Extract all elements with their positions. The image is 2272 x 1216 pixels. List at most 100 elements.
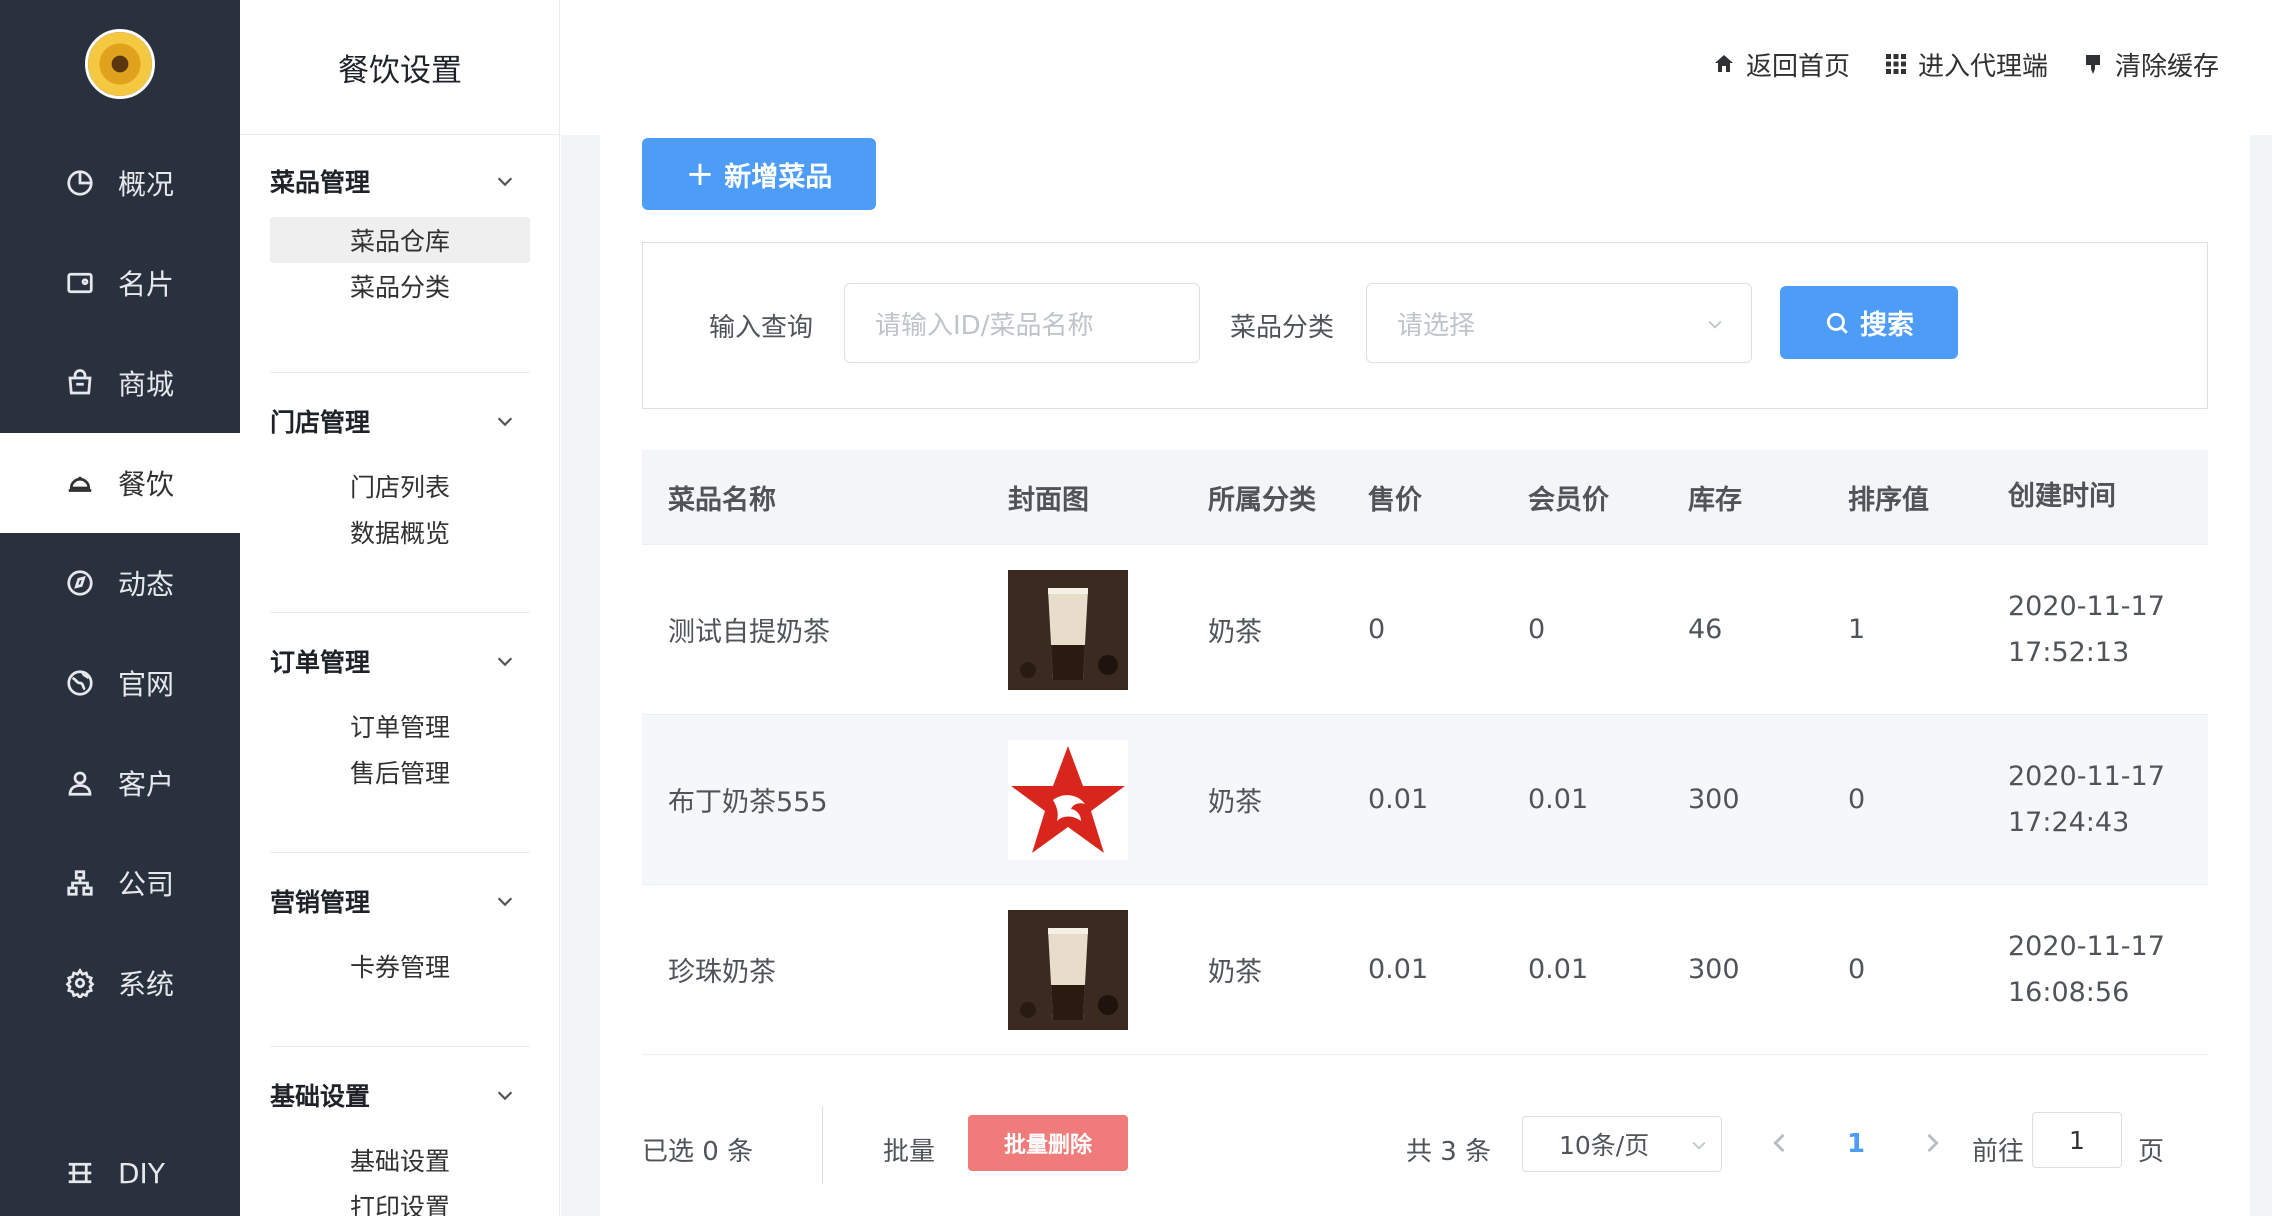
menu-group-stores: 门店管理 门店列表 数据概览 — [270, 397, 530, 555]
agent-link[interactable]: 进入代理端 — [1884, 44, 2048, 84]
main-content: + 新增菜品 输入查询 请输入ID/菜品名称 菜品分类 请选择 搜索 菜品名称 … — [600, 135, 2250, 1216]
page-number[interactable]: 1 — [1847, 1129, 1865, 1159]
table-row[interactable]: 测试自提奶茶 奶茶 0 0 46 1 2020-11-17 17:52:13 — [642, 545, 2208, 715]
milk-tea-photo — [1008, 569, 1128, 690]
divider — [822, 1106, 823, 1184]
category-select[interactable]: 请选择 — [1366, 283, 1752, 363]
nav-item-diy[interactable]: DIY — [0, 1133, 240, 1213]
brush-icon — [2086, 55, 2100, 74]
sub-sidebar: 餐饮设置 菜品管理 菜品仓库 菜品分类 门店管理 门店列表 数据概览 订单管理 — [240, 0, 560, 1216]
search-button-label: 搜索 — [1860, 310, 1914, 341]
cell-stock: 300 — [1688, 954, 1740, 985]
cell-member-price: 0 — [1528, 614, 1546, 645]
table-row[interactable]: 布丁奶茶555 奶茶 0.01 0.01 300 0 2020-11-17 17… — [642, 715, 2208, 885]
home-icon — [1715, 55, 1733, 72]
search-input[interactable]: 请输入ID/菜品名称 — [844, 283, 1200, 363]
nav-item-label: 官网 — [118, 668, 175, 701]
nav-item-customer[interactable]: 客户 — [0, 733, 240, 833]
menu-item-data-overview[interactable]: 数据概览 — [270, 509, 530, 555]
compass-icon — [64, 567, 96, 599]
agent-link-label: 进入代理端 — [1918, 51, 2049, 82]
clear-cache-link[interactable]: 清除缓存 — [2081, 44, 2219, 84]
nav-item-system[interactable]: 系统 — [0, 933, 240, 1033]
menu-group-title: 订单管理 — [270, 648, 371, 677]
diy-icon — [64, 1157, 96, 1189]
shopping-bag-icon — [64, 367, 96, 399]
nav-item-news[interactable]: 动态 — [0, 533, 240, 633]
menu-group-header[interactable]: 基础设置 — [270, 1071, 530, 1119]
chevron-down-icon — [497, 177, 513, 187]
home-link[interactable]: 返回首页 — [1712, 44, 1850, 84]
nav-item-label: 系统 — [118, 968, 175, 1001]
batch-label: 批量 — [883, 1137, 936, 1167]
nav-item-label: 公司 — [118, 868, 175, 901]
nav-item-label: DIY — [118, 1156, 165, 1190]
menu-group-dishes: 菜品管理 菜品仓库 菜品分类 — [270, 157, 530, 309]
prev-page-button[interactable] — [1766, 1129, 1794, 1157]
divider — [270, 1046, 530, 1047]
menu-group-header[interactable]: 菜品管理 — [270, 157, 530, 205]
nav-item-website[interactable]: 官网 — [0, 633, 240, 733]
column-header: 排序值 — [1848, 484, 1929, 516]
content-gutter-right — [2250, 135, 2272, 1216]
menu-group-header[interactable]: 营销管理 — [270, 877, 530, 925]
column-header: 所属分类 — [1208, 484, 1316, 516]
cell-category: 奶茶 — [1208, 617, 1262, 648]
chevron-down-icon — [497, 1091, 513, 1101]
avatar[interactable] — [85, 29, 155, 99]
batch-delete-button[interactable]: 批量删除 — [968, 1115, 1128, 1171]
column-header: 封面图 — [1008, 484, 1089, 516]
divider — [270, 612, 530, 613]
menu-item-coupons[interactable]: 卡券管理 — [270, 943, 530, 989]
chevron-down-icon — [497, 897, 513, 907]
app-root: 概况 名片 商城 餐饮 动态 官网 客户 公司 系统 DIY 餐饮设置 菜品管理… — [0, 0, 2272, 1216]
clear-cache-label: 清除缓存 — [2115, 51, 2220, 82]
nav-item-catering[interactable]: 餐饮 — [0, 433, 240, 533]
search-panel: 输入查询 请输入ID/菜品名称 菜品分类 请选择 搜索 — [642, 242, 2208, 409]
next-page-button[interactable] — [1918, 1129, 1946, 1157]
menu-item-order-manage[interactable]: 订单管理 — [270, 703, 530, 749]
plus-icon: + — [685, 154, 715, 194]
table-footer: 已选 0 条 批量 批量删除 共 3 条 10条/页 1 前往 1 页 — [642, 1101, 2208, 1191]
menu-group-header[interactable]: 门店管理 — [270, 397, 530, 445]
menu-item-after-sales[interactable]: 售后管理 — [270, 749, 530, 795]
nav-item-card[interactable]: 名片 — [0, 233, 240, 333]
sub-sidebar-title: 餐饮设置 — [240, 0, 560, 135]
cell-category: 奶茶 — [1208, 957, 1262, 988]
cell-price: 0.01 — [1368, 954, 1429, 985]
card-icon — [64, 267, 96, 299]
column-header: 创建时间 — [2008, 481, 2116, 512]
goto-label: 前往 — [1972, 1137, 2025, 1167]
milk-tea-photo — [1008, 909, 1128, 1030]
search-button[interactable]: 搜索 — [1780, 286, 1958, 359]
cell-stock: 46 — [1688, 614, 1723, 645]
created-time: 16:08:56 — [2008, 976, 2130, 1008]
menu-item-dish-warehouse[interactable]: 菜品仓库 — [270, 217, 530, 263]
menu-item-print-settings[interactable]: 打印设置 — [270, 1183, 530, 1216]
page-size-select[interactable]: 10条/页 — [1522, 1116, 1722, 1172]
menu-group-title: 菜品管理 — [270, 168, 371, 197]
selected-count: 已选 0 条 — [642, 1137, 754, 1167]
cell-name: 布丁奶茶555 — [668, 787, 828, 818]
user-icon — [64, 767, 96, 799]
nav-item-company[interactable]: 公司 — [0, 833, 240, 933]
menu-item-store-list[interactable]: 门店列表 — [270, 463, 530, 509]
add-dish-label: 新增菜品 — [724, 161, 833, 193]
nav-item-overview[interactable]: 概况 — [0, 133, 240, 233]
menu-item-basic-settings[interactable]: 基础设置 — [270, 1137, 530, 1183]
menu-group-title: 基础设置 — [270, 1082, 371, 1111]
nav-item-label: 概况 — [118, 168, 175, 201]
add-dish-button[interactable]: + 新增菜品 — [642, 138, 876, 210]
cell-created: 2020-11-17 17:52:13 — [2008, 584, 2165, 676]
menu-group-marketing: 营销管理 卡券管理 — [270, 877, 530, 989]
cell-price: 0 — [1368, 614, 1386, 645]
divider — [270, 852, 530, 853]
nav-item-mall[interactable]: 商城 — [0, 333, 240, 433]
menu-group-title: 营销管理 — [270, 888, 371, 917]
menu-item-dish-category[interactable]: 菜品分类 — [270, 263, 530, 309]
goto-page-input[interactable]: 1 — [2032, 1112, 2122, 1168]
menu-group-header[interactable]: 订单管理 — [270, 637, 530, 685]
table-row[interactable]: 珍珠奶茶 奶茶 0.01 0.01 300 0 2020-11-17 16:08… — [642, 885, 2208, 1055]
chevron-down-icon — [1708, 320, 1722, 329]
column-header: 会员价 — [1528, 484, 1609, 516]
